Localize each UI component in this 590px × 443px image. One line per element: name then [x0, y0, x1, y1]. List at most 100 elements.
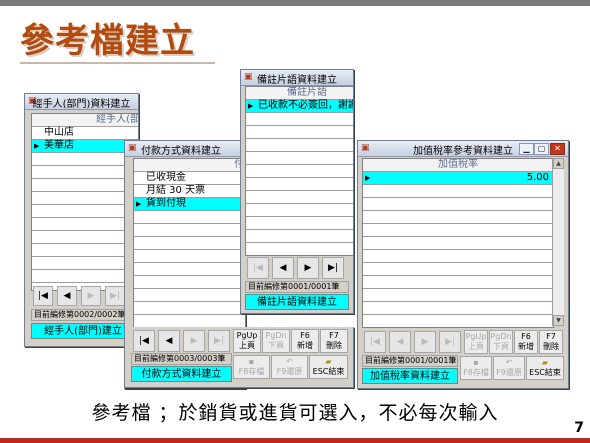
payment-row-empty[interactable]: [134, 224, 245, 237]
tax-row-empty[interactable]: [363, 263, 553, 276]
tax-row-empty[interactable]: [363, 224, 553, 237]
handler-row[interactable]: 中山店: [32, 127, 138, 140]
tax-row-empty[interactable]: [363, 185, 553, 198]
slide-footer-text: 參考檔 ；於銷貨或進貨可選入，不必每次輸入: [91, 402, 499, 424]
page-up-button[interactable]: PgUp 上頁: [464, 330, 488, 354]
payment-row-empty[interactable]: [134, 289, 245, 302]
scroll-up-icon[interactable]: ▲: [553, 158, 564, 169]
next-record-button[interactable]: ▶: [414, 331, 436, 353]
memo-row-empty[interactable]: [246, 113, 353, 126]
payment-row-empty[interactable]: [134, 263, 245, 276]
tax-grid-scrollbar[interactable]: ▲ ▼: [552, 158, 564, 326]
handler-row-empty[interactable]: [32, 257, 138, 270]
maximize-icon[interactable]: ▢: [534, 143, 549, 155]
exit-button[interactable]: ▰ ESC結束: [526, 356, 564, 380]
tax-row-empty[interactable]: [363, 302, 553, 315]
restore-button[interactable]: ↶ F9還原: [271, 355, 308, 379]
next-record-button[interactable]: ▶: [297, 257, 319, 279]
handler-row-empty[interactable]: [32, 244, 138, 257]
handler-row-empty[interactable]: [32, 179, 138, 192]
tax-row-selected[interactable]: ▶ 5.00: [363, 172, 553, 185]
tax-row-empty[interactable]: [363, 276, 553, 289]
memo-grid[interactable]: 備註片語 ▶ 已收款不必簽回，謝謝！: [245, 86, 353, 256]
tax-row-empty[interactable]: [363, 289, 553, 302]
memo-row-empty[interactable]: [246, 178, 353, 191]
delete-button[interactable]: F7 刪除: [320, 329, 348, 353]
payment-row-empty[interactable]: [134, 276, 245, 289]
minimize-icon[interactable]: ▁: [519, 143, 534, 155]
memo-row-empty[interactable]: [246, 139, 353, 152]
save-button[interactable]: ▪ F8存檔: [460, 356, 492, 380]
bottom-decor-bar: [0, 438, 590, 443]
payment-window-titlebar[interactable]: ▣ 付款方式資料建立: [125, 141, 245, 157]
tax-row-empty[interactable]: [363, 250, 553, 263]
tax-window: ▣ 加值稅率參考資料建立 ▁ ▢ ✕ 加值稅率 ▶ 5.00 ▲ ▼ |◀ ◀ ▶…: [357, 140, 569, 389]
first-record-button[interactable]: |◀: [364, 331, 386, 353]
handler-row-empty[interactable]: [32, 166, 138, 179]
handler-row-empty[interactable]: [32, 153, 138, 166]
payment-grid[interactable]: 付款 已收現金 月結 30 天票 ▶ 貨到付現: [133, 158, 245, 330]
first-record-button[interactable]: |◀: [133, 330, 155, 352]
save-button[interactable]: ▪ F8存檔: [233, 355, 270, 379]
page-up-button[interactable]: PgUp 上頁: [233, 329, 261, 353]
memo-row-empty[interactable]: [246, 204, 353, 217]
next-record-button[interactable]: ▶: [81, 286, 101, 306]
payment-row-empty[interactable]: [134, 211, 245, 224]
handler-caption: 經手人(部門)建立: [31, 323, 135, 339]
payment-record-status: 目前編修第0003/0003筆: [131, 353, 232, 365]
payment-row-empty[interactable]: [134, 237, 245, 250]
tax-row-empty[interactable]: [363, 237, 553, 250]
memo-row-empty[interactable]: [246, 230, 353, 243]
scroll-down-icon[interactable]: ▼: [553, 315, 564, 326]
payment-row-empty[interactable]: [134, 250, 245, 263]
tax-row-empty[interactable]: [363, 211, 553, 224]
payment-row[interactable]: 已收現金: [134, 172, 245, 185]
tax-row-empty[interactable]: [363, 315, 553, 327]
handler-row-empty[interactable]: [32, 270, 138, 283]
prev-record-button[interactable]: ◀: [158, 330, 180, 352]
page-down-button[interactable]: PgDn 下頁: [489, 330, 513, 354]
next-record-button[interactable]: ▶: [183, 330, 205, 352]
add-button[interactable]: F6 新增: [514, 330, 538, 354]
page-down-button[interactable]: PgDn 下頁: [262, 329, 290, 353]
close-icon[interactable]: ✕: [550, 143, 565, 155]
restore-button[interactable]: ↶ F9還原: [493, 356, 525, 380]
last-record-button[interactable]: ▶|: [105, 286, 125, 306]
tax-window-titlebar[interactable]: ▣ 加值稅率參考資料建立 ▁ ▢ ✕: [358, 141, 568, 157]
payment-row[interactable]: 月結 30 天票: [134, 185, 245, 198]
memo-row-empty[interactable]: [246, 217, 353, 230]
add-button[interactable]: F6 新增: [291, 329, 319, 353]
handler-row-selected[interactable]: ▶ 美華店: [32, 140, 138, 153]
handler-row-empty[interactable]: [32, 231, 138, 244]
memo-row-empty[interactable]: [246, 191, 353, 204]
page-down-label: 下頁: [493, 342, 509, 351]
last-record-button[interactable]: ▶|: [208, 330, 230, 352]
memo-window-titlebar[interactable]: ▣ 備註片語資料建立: [241, 70, 353, 86]
delete-key: F7: [329, 331, 339, 340]
delete-button[interactable]: F7 刪除: [539, 330, 563, 354]
prev-record-button[interactable]: ◀: [389, 331, 411, 353]
memo-row-empty[interactable]: [246, 126, 353, 139]
handler-row-empty[interactable]: [32, 192, 138, 205]
memo-row-selected[interactable]: ▶ 已收款不必簽回，謝謝！: [246, 100, 353, 113]
memo-row-empty[interactable]: [246, 152, 353, 165]
first-record-button[interactable]: |◀: [33, 286, 53, 306]
first-record-button[interactable]: |◀: [247, 257, 269, 279]
memo-row-empty[interactable]: [246, 243, 353, 255]
payment-row-selected[interactable]: ▶ 貨到付現: [134, 198, 245, 211]
memo-row-empty[interactable]: [246, 165, 353, 178]
last-record-button[interactable]: ▶|: [439, 331, 461, 353]
exit-button[interactable]: ▰ ESC結束: [309, 355, 348, 379]
prev-record-button[interactable]: ◀: [272, 257, 294, 279]
handler-row-empty[interactable]: [32, 205, 138, 218]
tax-grid[interactable]: 加值稅率 ▶ 5.00: [362, 158, 554, 328]
last-record-button[interactable]: ▶|: [322, 257, 344, 279]
save-label: F8存檔: [463, 368, 489, 377]
handler-row-empty[interactable]: [32, 218, 138, 231]
payment-row-empty[interactable]: [134, 302, 245, 315]
handler-grid[interactable]: 經手人(部門) 中山店 ▶ 美華店: [31, 113, 138, 291]
page-up-label: 上頁: [239, 341, 255, 350]
handler-window-titlebar[interactable]: ▣ 經手人(部門)資料建立: [25, 94, 138, 110]
prev-record-button[interactable]: ◀: [57, 286, 77, 306]
tax-row-empty[interactable]: [363, 198, 553, 211]
